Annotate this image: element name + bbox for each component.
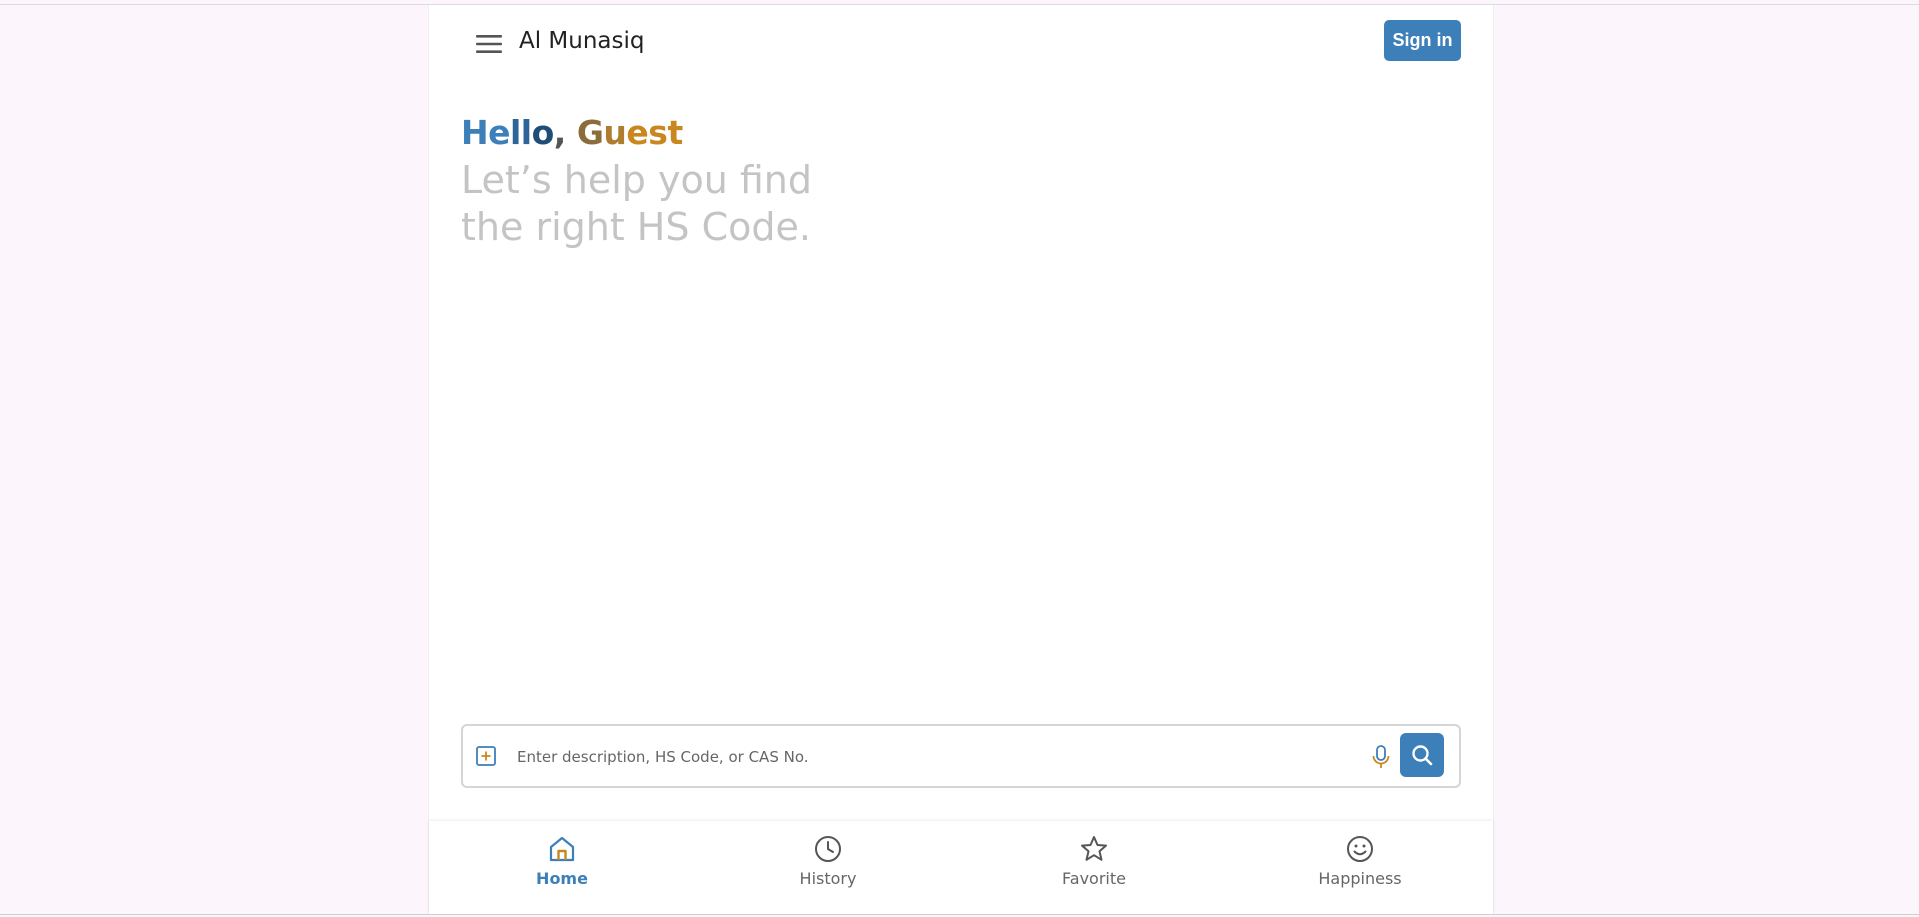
greeting-heading: Hello, Guest	[461, 113, 683, 152]
tagline-line-1: Let’s help you find	[461, 158, 812, 202]
menu-button[interactable]	[467, 22, 511, 66]
star-icon	[1081, 836, 1107, 861]
nav-item-home[interactable]: Home	[429, 821, 695, 914]
nav-label-favorite: Favorite	[1062, 869, 1126, 888]
greeting-part: ,	[553, 113, 567, 152]
bottom-navigation: Home History Favorite Happiness	[429, 821, 1493, 914]
nav-item-happiness[interactable]: Happiness	[1227, 821, 1493, 914]
add-attachment-icon	[476, 746, 496, 766]
smiley-icon	[1347, 836, 1373, 862]
nav-label-happiness: Happiness	[1318, 869, 1402, 888]
greeting-part: o	[531, 113, 555, 152]
app-title: Al Munasiq	[519, 28, 645, 54]
sign-in-button[interactable]: Sign in	[1384, 20, 1461, 61]
nav-label-history: History	[799, 869, 857, 888]
app-panel: Al Munasiq Sign in Hello, Guest Let’s he…	[428, 5, 1494, 914]
nav-item-favorite[interactable]: Favorite	[961, 821, 1227, 914]
home-icon	[549, 836, 575, 862]
attach-button[interactable]	[475, 745, 497, 767]
app-header: Al Munasiq Sign in	[429, 5, 1493, 71]
nav-label-home: Home	[536, 869, 588, 888]
search-bar	[461, 724, 1461, 788]
greeting-part: ll	[510, 113, 532, 152]
search-icon	[1412, 745, 1433, 766]
search-input[interactable]	[515, 740, 1369, 774]
microphone-icon	[1372, 745, 1390, 768]
nav-item-history[interactable]: History	[695, 821, 961, 914]
greeting-part: G	[565, 113, 604, 152]
bottom-divider	[0, 914, 1919, 915]
voice-search-button[interactable]	[1368, 743, 1394, 771]
tagline: Let’s help you find the right HS Code.	[461, 157, 961, 251]
tagline-line-2: the right HS Code.	[461, 205, 811, 249]
greeting-part: u	[603, 113, 627, 152]
hamburger-menu-icon	[476, 35, 502, 53]
search-button[interactable]	[1400, 733, 1444, 777]
clock-icon	[815, 836, 841, 862]
greeting-part: He	[461, 113, 511, 152]
greeting-part: est	[626, 113, 683, 152]
